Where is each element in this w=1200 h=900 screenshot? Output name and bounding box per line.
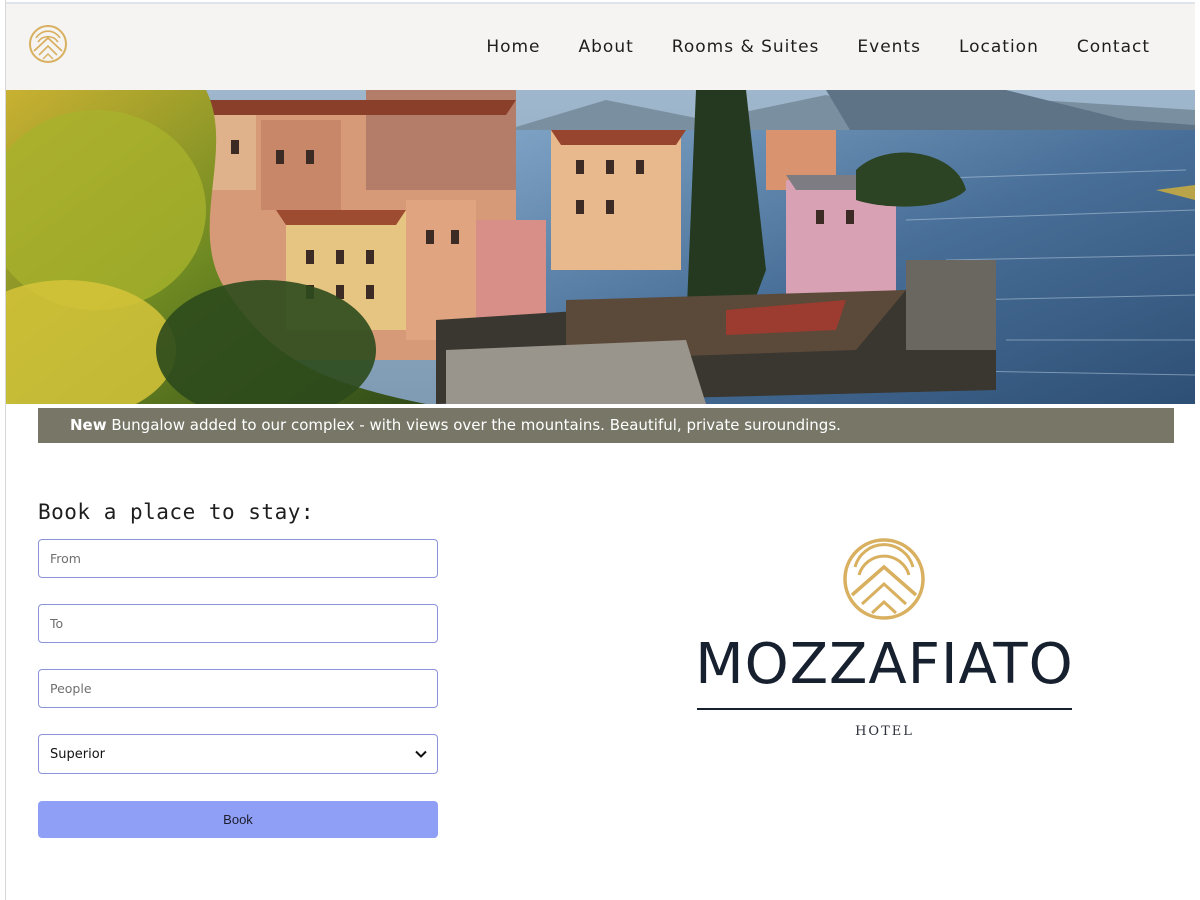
people-input[interactable]: [38, 669, 438, 708]
brand-logo: MOZZAFIATO HOTEL: [672, 532, 1097, 752]
book-button[interactable]: Book: [38, 801, 438, 838]
nav-rooms-suites[interactable]: Rooms & Suites: [672, 37, 820, 57]
hero-image: [6, 90, 1195, 404]
brand-divider: [697, 708, 1072, 710]
nav-location[interactable]: Location: [959, 37, 1039, 57]
nav-events[interactable]: Events: [857, 37, 921, 57]
mountain-sun-logo-icon[interactable]: [28, 24, 68, 64]
booking-title: Book a place to stay:: [38, 500, 315, 524]
room-type-select[interactable]: Superior: [38, 734, 438, 774]
from-input[interactable]: [38, 539, 438, 578]
banner-text: Bungalow added to our complex - with vie…: [106, 416, 841, 434]
nav-contact[interactable]: Contact: [1077, 37, 1150, 57]
brand-subtitle: HOTEL: [855, 724, 914, 739]
brand-name: MOZZAFIATO: [695, 632, 1074, 697]
nav-home[interactable]: Home: [486, 37, 540, 57]
news-banner: New Bungalow added to our complex - with…: [38, 408, 1174, 443]
to-input[interactable]: [38, 604, 438, 643]
site-header: Home About Rooms & Suites Events Locatio…: [6, 4, 1195, 90]
chevron-down-icon: [415, 750, 427, 758]
nav-about[interactable]: About: [579, 37, 634, 57]
mountain-sun-logo-icon: [843, 538, 925, 620]
banner-new-label: New: [70, 416, 107, 434]
main-nav: Home About Rooms & Suites Events Locatio…: [486, 37, 1150, 57]
room-type-selected: Superior: [50, 746, 105, 762]
